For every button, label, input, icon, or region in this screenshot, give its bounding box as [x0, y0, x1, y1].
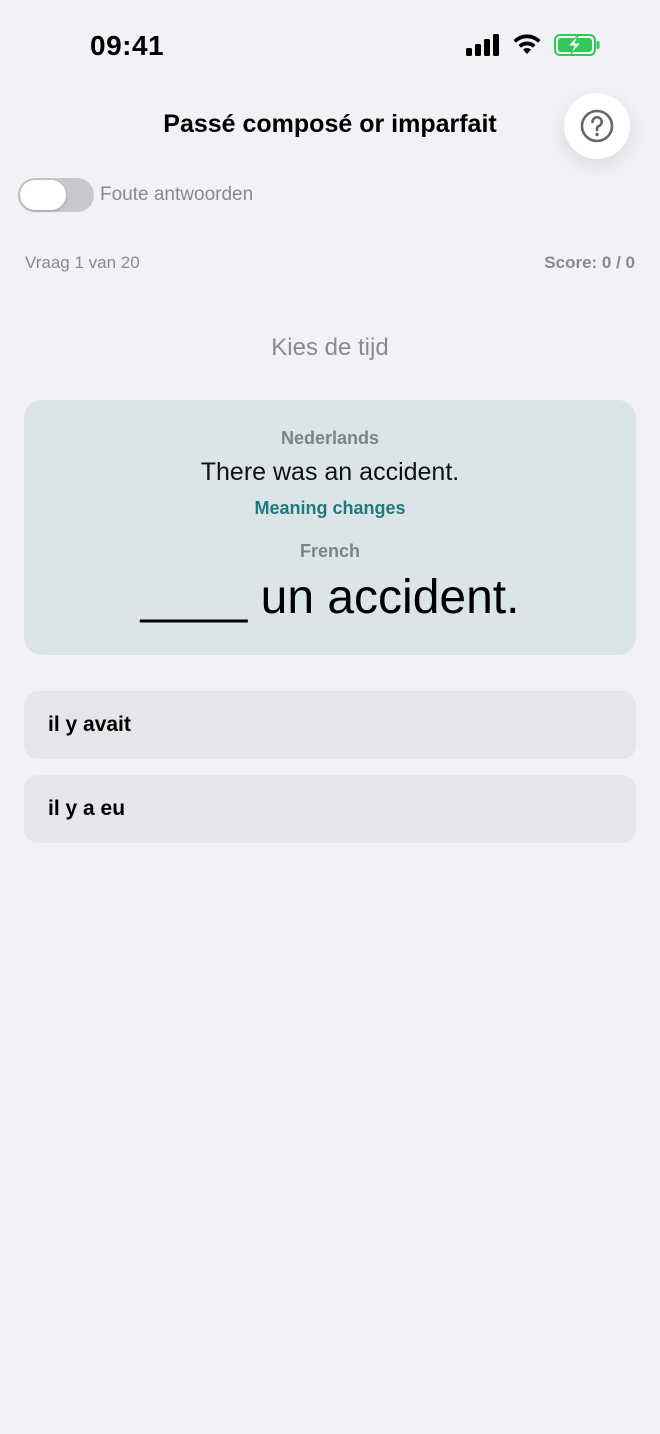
source-sentence: There was an accident.	[200, 458, 460, 486]
source-language-label: Nederlands	[280, 428, 380, 448]
answer-option[interactable]: il y a eu	[24, 775, 636, 843]
status-icons	[466, 34, 600, 56]
prompt-text: Kies de tijd	[271, 334, 389, 361]
battery-charging-icon	[554, 34, 600, 56]
target-sentence: ____ un accident.	[140, 571, 520, 624]
score-label: Score: 0 / 0	[544, 253, 635, 272]
status-time: 09:41	[90, 30, 165, 61]
help-button[interactable]	[564, 93, 630, 159]
question-counter: Vraag 1 van 20	[25, 253, 140, 272]
target-language-label: French	[299, 541, 360, 561]
toggle-label: Foute antwoorden	[100, 184, 254, 205]
wifi-icon	[513, 34, 541, 54]
question-circle-icon	[580, 109, 614, 143]
toggle-knob	[20, 180, 66, 210]
screen: 09:41 Passé composé or imparfait Foute a…	[0, 0, 660, 1434]
answer-option[interactable]: il y avait	[24, 691, 636, 759]
page-title: Passé composé or imparfait	[163, 110, 497, 138]
meaning-note: Meaning changes	[254, 498, 406, 518]
wrong-answers-toggle-row: Foute antwoorden	[18, 178, 253, 212]
signal-icon	[466, 34, 499, 56]
question-card: Nederlands There was an accident. Meanin…	[24, 400, 636, 655]
wrong-answers-toggle[interactable]	[18, 178, 94, 212]
